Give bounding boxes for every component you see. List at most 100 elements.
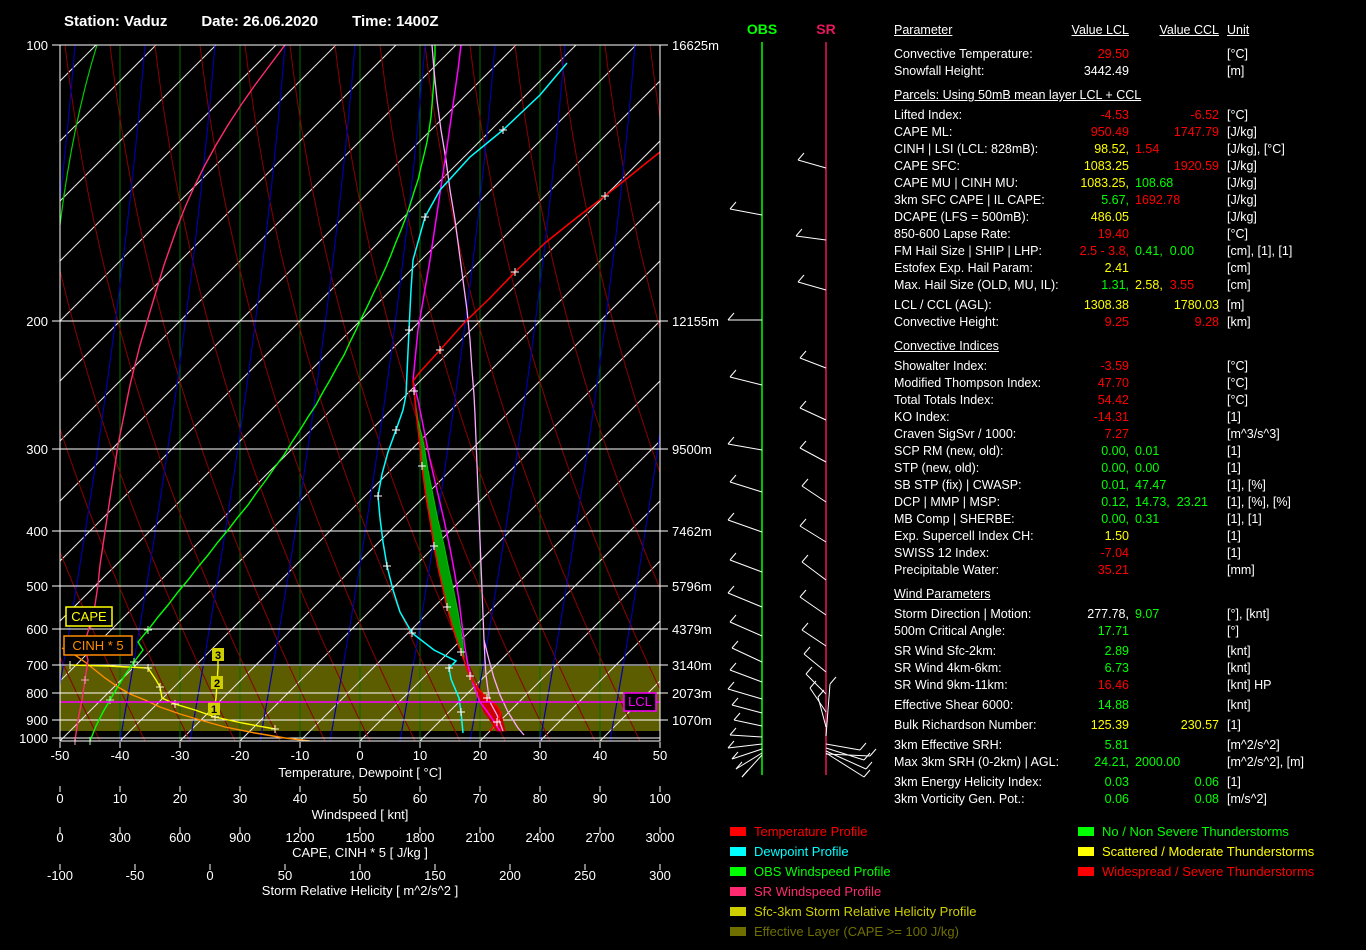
wind-barb-tick xyxy=(801,554,809,563)
cape-tick-label: 1800 xyxy=(406,830,435,845)
param-row: SR Wind 4km-6km: 6.73 [knt] xyxy=(894,660,1366,677)
param-row: Total Totals Index: 54.42 [°C] xyxy=(894,392,1366,409)
mixing-ratio-line xyxy=(259,45,356,741)
param-unit: [J/kg] xyxy=(1227,176,1257,190)
legend-label: Scattered / Moderate Thunderstorms xyxy=(1102,844,1315,859)
wind-barb xyxy=(729,208,763,216)
height-tick-label: 1070m xyxy=(672,713,712,728)
param-label: STP (new, old): xyxy=(894,461,980,475)
value-lcl: 19.40 xyxy=(1097,227,1129,241)
param-unit: [J/kg] xyxy=(1227,193,1257,207)
wind-barb xyxy=(729,669,763,683)
param-label: DCP | MMP | MSP: xyxy=(894,495,1001,509)
pressure-tick-label: 300 xyxy=(26,442,48,457)
value-lcl: 6.73 xyxy=(1104,661,1129,675)
value-lcl: 2.41 xyxy=(1104,261,1129,275)
value-mid: 2.58, 3.55 xyxy=(1135,278,1195,292)
param-label: Convective Height: xyxy=(894,315,999,329)
param-label: DCAPE (LFS = 500mB): xyxy=(894,210,1030,224)
value-mid: 108.68 xyxy=(1135,176,1174,190)
srh-tick-label: 300 xyxy=(649,868,671,883)
wind-barb-tick xyxy=(733,712,741,721)
legend-swatch-icon xyxy=(730,867,746,876)
value-lcl: 0.03 xyxy=(1104,775,1129,789)
value-lcl: 277.78, xyxy=(1087,607,1129,621)
pressure-tick-label: 200 xyxy=(26,314,48,329)
param-unit: [1] xyxy=(1227,718,1241,732)
wind-barb-tick xyxy=(817,689,825,698)
pressure-tick-label: 400 xyxy=(26,524,48,539)
param-label: KO Index: xyxy=(894,410,950,424)
legend-label: SR Windspeed Profile xyxy=(754,884,882,899)
wind-barb xyxy=(727,519,763,533)
col-header-unit: Unit xyxy=(1227,23,1250,37)
cape-tick-label: 1200 xyxy=(286,830,315,845)
temp-tick-label: 30 xyxy=(533,748,547,763)
srh-tick-label: 150 xyxy=(424,868,446,883)
param-label: 850-600 Lapse Rate: xyxy=(894,227,1011,241)
value-lcl: 9.25 xyxy=(1104,315,1129,329)
value-lcl: 0.06 xyxy=(1104,792,1129,806)
value-lcl: 1308.38 xyxy=(1083,298,1129,312)
value-lcl: 54.42 xyxy=(1097,393,1129,407)
wind-barb-tick xyxy=(729,727,737,736)
wind-barb-tick xyxy=(729,201,737,210)
cape-tick-label: 2700 xyxy=(586,830,615,845)
param-unit: [knt] xyxy=(1227,698,1251,712)
param-unit: [J/kg] xyxy=(1227,210,1257,224)
obs-column-label: OBS xyxy=(747,21,777,37)
wind-barb-tick xyxy=(741,769,749,778)
value-lcl: 0.12, xyxy=(1101,495,1129,509)
profile-legend-item: Dewpoint Profile xyxy=(730,844,977,864)
cape-tick-label: 1500 xyxy=(346,830,375,845)
param-row: SR Wind Sfc-2km: 2.89 [knt] xyxy=(894,643,1366,660)
param-unit: [J/kg] xyxy=(1227,125,1257,139)
value-lcl: 2.89 xyxy=(1104,644,1129,658)
wind-barb-tick xyxy=(729,474,737,483)
height-tick-label: 12155m xyxy=(672,314,719,329)
wind-barb-tick xyxy=(805,666,813,675)
value-lcl: 0.01, xyxy=(1101,478,1129,492)
value-ccl: 0.06 xyxy=(1194,775,1219,789)
legend-swatch-icon xyxy=(1078,827,1094,836)
param-label: SB STP (fix) | CWASP: xyxy=(894,478,1022,492)
wind-tick-label: 70 xyxy=(473,791,487,806)
wind-barb xyxy=(803,653,827,673)
cinh-label: CINH * 5 xyxy=(72,638,123,653)
value-lcl: 2.5 - 3.8, xyxy=(1079,244,1129,258)
param-unit: [°C] xyxy=(1227,376,1248,390)
param-row: DCAPE (LFS = 500mB): 486.05 [J/kg] xyxy=(894,209,1366,226)
wind-barb-tick xyxy=(731,640,739,649)
param-label: SCP RM (new, old): xyxy=(894,444,1004,458)
pressure-tick-label: 1000 xyxy=(19,731,48,746)
dry-adiabat xyxy=(604,45,660,332)
pressure-tick-label: 900 xyxy=(26,713,48,728)
wind-barb xyxy=(799,407,827,421)
wind-barb-tick xyxy=(795,228,803,237)
param-unit: [1] xyxy=(1227,775,1241,789)
cape-tick-label: 2400 xyxy=(526,830,555,845)
param-row: Snowfall Height: 3442.49 [m] xyxy=(894,63,1366,80)
temp-tick-label: -50 xyxy=(51,748,70,763)
value-mid: 1.54 xyxy=(1135,142,1160,156)
param-label: LCL / CCL (AGL): xyxy=(894,298,992,312)
section-header: Convective Indices xyxy=(894,339,999,353)
value-ccl: -6.52 xyxy=(1190,108,1220,122)
height-tick-label: 7462m xyxy=(672,524,712,539)
param-label: Showalter Index: xyxy=(894,359,988,373)
param-unit: [°C] xyxy=(1227,227,1248,241)
value-lcl: 47.70 xyxy=(1097,376,1129,390)
param-row: CINH | LSI (LCL: 828mB): 98.52, 1.54 [J/kg]… xyxy=(894,141,1366,158)
param-row: SB STP (fix) | CWASP: 0.01, 47.47 [1], [%] xyxy=(894,477,1366,494)
wind-barb-tick xyxy=(809,680,817,689)
wind-barb-tick xyxy=(727,436,735,445)
param-label: Effective Shear 6000: xyxy=(894,698,1014,712)
param-label: SR Wind Sfc-2km: xyxy=(894,644,997,658)
param-row: KO Index: -14.31 [1] xyxy=(894,409,1366,426)
value-lcl: 125.39 xyxy=(1090,718,1129,732)
wind-barb xyxy=(735,752,763,770)
value-lcl: 486.05 xyxy=(1090,210,1129,224)
wind-tick-label: 10 xyxy=(113,791,127,806)
legend-swatch-icon xyxy=(730,927,746,936)
temp-tick-label: -10 xyxy=(291,748,310,763)
